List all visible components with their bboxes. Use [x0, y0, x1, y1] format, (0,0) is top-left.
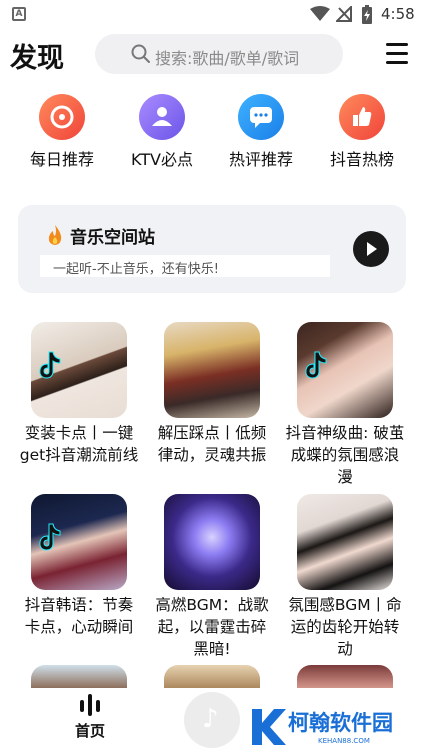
quick-entry-label: 抖音热榜 [329, 150, 394, 169]
playlist-cover [31, 322, 127, 418]
playlist-card[interactable]: 氛围感BGM丨命运的齿轮开始转动 [285, 494, 405, 660]
playlist-card[interactable]: 变装卡点丨一键get抖音潮流前线 [19, 322, 139, 466]
user-icon [139, 94, 185, 140]
quick-entry-daily-recommend[interactable]: 每日推荐 [17, 94, 107, 170]
play-button[interactable] [353, 231, 389, 267]
tiktok-icon [305, 351, 327, 379]
search-icon [131, 44, 150, 63]
playlist-cover[interactable] [164, 665, 260, 689]
signal-icon [336, 6, 352, 22]
playlist-title: 抖音神级曲: 破茧成蝶的氛围感浪漫 [285, 424, 405, 486]
playlist-card[interactable]: 解压踩点丨低频律动，灵魂共振 [152, 322, 272, 466]
clock: 4:58 [381, 5, 415, 23]
playlist-cover[interactable] [31, 665, 127, 689]
playlist-title: 抖音韩语：节奏卡点，心动瞬间 [24, 596, 134, 636]
battery-charging-icon [362, 5, 372, 24]
music-space-title: 音乐空间站 [70, 228, 155, 248]
search-placeholder: 搜索:歌曲/歌单/歌词 [155, 49, 300, 68]
fire-icon [48, 225, 62, 245]
playlist-cover[interactable] [297, 665, 393, 689]
status-bar: A 4:58 [0, 0, 424, 30]
chat-icon [238, 94, 284, 140]
playlist-cover [31, 494, 127, 590]
tiktok-icon [39, 523, 61, 551]
nav-home-label: 首页 [74, 722, 105, 740]
playlist-cover [297, 322, 393, 418]
search-input[interactable]: 搜索:歌曲/歌单/歌词 [95, 34, 343, 74]
playlist-cover [164, 494, 260, 590]
quick-entry-label: 每日推荐 [29, 150, 94, 169]
quick-entry-hot-comments[interactable]: 热评推荐 [216, 94, 306, 170]
nav-home[interactable]: 首页 [60, 692, 120, 741]
watermark-url: KEHAN88.COM [318, 737, 370, 745]
now-playing-button[interactable]: ♪ [184, 692, 240, 748]
page-title: 发现 [10, 43, 64, 74]
watermark-text: 柯翰软件园 [288, 711, 393, 735]
watermark: 柯翰软件园 KEHAN88.COM [248, 703, 418, 751]
quick-entry-label: KTV必点 [131, 150, 193, 169]
quick-entry-label: 热评推荐 [228, 150, 293, 169]
playlist-cover [297, 494, 393, 590]
playlist-cover [164, 322, 260, 418]
watermark-logo-icon [252, 709, 286, 745]
playlist-card[interactable]: 高燃BGM：战歌起，以雷霆击碎黑暗! [152, 494, 272, 660]
disc-icon [39, 94, 85, 140]
wifi-icon [310, 6, 330, 21]
playlist-card[interactable]: 抖音神级曲: 破茧成蝶的氛围感浪漫 [285, 322, 405, 488]
thumbs-up-icon [339, 94, 385, 140]
playlist-title: 解压踩点丨低频律动，灵魂共振 [157, 424, 267, 464]
music-space-subtitle: 一起听-不止音乐，还有快乐! [40, 255, 330, 277]
playlist-title: 氛围感BGM丨命运的齿轮开始转动 [288, 596, 402, 658]
playlist-title: 变装卡点丨一键get抖音潮流前线 [19, 424, 139, 464]
play-icon [367, 242, 377, 256]
tiktok-icon [39, 351, 61, 379]
quick-entry-ktv[interactable]: KTV必点 [117, 94, 207, 170]
notification-app-icon: A [12, 7, 26, 21]
playlist-title: 高燃BGM：战歌起，以雷霆击碎黑暗! [155, 596, 269, 658]
quick-entry-douyin-chart[interactable]: 抖音热榜 [317, 94, 407, 170]
menu-icon[interactable] [386, 43, 408, 65]
music-note-icon: ♪ [202, 704, 219, 734]
music-space-card[interactable]: 音乐空间站 一起听-不止音乐，还有快乐! [18, 205, 406, 293]
playlist-card[interactable]: 抖音韩语：节奏卡点，心动瞬间 [19, 494, 139, 638]
sound-bars-icon [80, 694, 100, 716]
